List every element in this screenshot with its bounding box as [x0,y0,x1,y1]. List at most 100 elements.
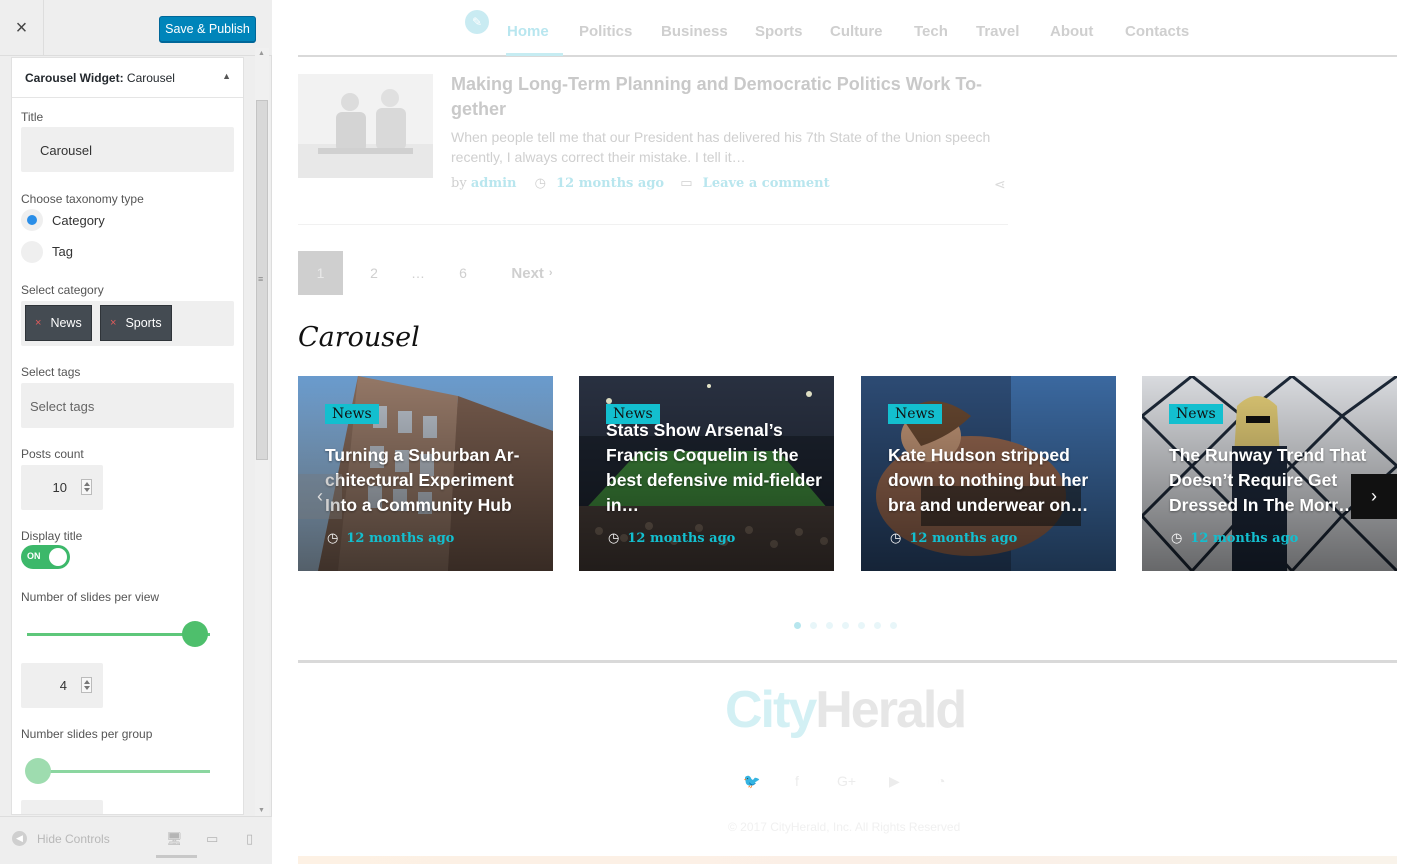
edit-pencil-icon[interactable]: ✎ [465,10,489,34]
site-logo[interactable]: CityHerald [725,680,967,740]
carousel-dot-active[interactable] [794,622,801,629]
page-ellipsis: … [411,265,425,281]
nav-item-contacts[interactable]: Contacts [1125,23,1189,40]
comment-icon: ▭ [680,176,693,191]
widget-title-prefix: Carousel Widget: [25,71,124,85]
remove-chip-icon[interactable]: × [110,317,116,329]
post-divider [298,224,1008,225]
display-title-toggle[interactable]: ON [21,545,70,569]
page-link[interactable]: 6 [453,251,473,295]
leave-comment-link[interactable]: Leave a comment [703,176,830,191]
card-title[interactable]: Stats Show Arsenal’s Francis Coquelin is… [606,418,828,518]
nav-item-home[interactable]: Home [507,23,549,40]
tablet-preview-icon[interactable]: ▭ [206,831,218,847]
twitter-icon[interactable]: 🐦 [743,773,760,790]
page-link[interactable]: 2 [364,251,384,295]
category-label: Select category [21,283,104,297]
save-publish-button[interactable]: Save & Publish [159,16,256,42]
footer-bar [156,855,197,858]
carousel-dot[interactable] [826,622,833,629]
widget-title: Carousel Widget: Carousel [25,71,175,85]
card-tag[interactable]: News [325,404,379,424]
category-select[interactable]: × News × Sports [21,301,234,346]
category-chip-sports[interactable]: × Sports [100,305,172,341]
nav-item-tech[interactable]: Tech [914,23,948,40]
nav-item-sports[interactable]: Sports [755,23,803,40]
tags-label: Select tags [21,365,81,379]
share-icon[interactable]: ⋖ [994,176,1006,193]
nav-item-travel[interactable]: Travel [976,23,1019,40]
scroll-up-icon[interactable]: ▲ [258,50,265,57]
nav-item-business[interactable]: Business [661,23,728,40]
hide-controls-label: Hide Controls [37,831,110,846]
customizer-app: × Save & Publish Carousel Widget: Carous… [0,0,1419,864]
youtube-icon[interactable]: ▶ [889,773,900,790]
logo-part2: Herald [815,681,967,739]
carousel-card[interactable]: News Stats Show Arsenal’s Francis Coquel… [579,376,834,571]
posts-count-label: Posts count [21,447,84,461]
title-input[interactable]: Carousel [21,127,234,172]
rss-icon[interactable]: ◔ [937,773,945,789]
post-title[interactable]: Making Long-Term Planning and Democratic… [451,72,1021,122]
scroll-grip-icon: ≡ [258,274,263,284]
desktop-preview-icon[interactable]: 🖥 [166,831,183,847]
category-chip-news[interactable]: × News [25,305,92,341]
stepper-spin-icon[interactable] [81,479,92,495]
radio-tag[interactable] [21,241,43,263]
collapse-arrow-icon[interactable]: ▲ [222,71,231,81]
panel-scrollbar[interactable]: ▲ ≡ ▼ [255,48,269,816]
card-time-text: 12 months ago [346,531,455,546]
stepper-spin-icon[interactable] [81,677,92,693]
facebook-icon[interactable]: f [795,773,799,789]
nav-item-politics[interactable]: Politics [579,23,632,40]
clock-icon: ◷ [890,531,902,546]
carousel-dot[interactable] [858,622,865,629]
slides-per-view-handle[interactable] [182,621,208,647]
copyright-text: © 2017 CityHerald, Inc. All Rights Reser… [728,820,961,834]
page-next-label: Next [511,264,544,282]
title-label: Title [21,110,44,124]
card-title[interactable]: Turning a Suburban Ar-chitectural Experi… [325,443,547,518]
slides-per-view-label: Number of slides per view [21,590,160,604]
card-tag[interactable]: News [888,404,942,424]
clock-icon: ◷ [534,176,546,191]
slides-per-group-handle[interactable] [25,758,51,784]
nav-item-culture[interactable]: Culture [830,23,883,40]
chip-label: Sports [125,316,162,330]
nav-item-about[interactable]: About [1050,23,1093,40]
page-current[interactable]: 1 [298,251,343,295]
carousel-dot[interactable] [890,622,897,629]
carousel-dot[interactable] [842,622,849,629]
tags-select[interactable]: Select tags [21,383,234,428]
remove-chip-icon[interactable]: × [35,317,41,329]
posts-count-stepper[interactable]: 10 [21,465,103,510]
widget-header[interactable]: Carousel Widget: Carousel ▲ [12,58,243,98]
carousel-dot[interactable] [810,622,817,629]
slides-per-group-stepper[interactable] [21,800,103,814]
slides-per-group-slider[interactable] [27,770,210,773]
panel-footer: ◀ Hide Controls 🖥 ▭ ▯ [0,816,272,864]
google-plus-icon[interactable]: G+ [837,773,856,789]
slides-per-view-stepper[interactable]: 4 [21,663,103,708]
carousel-next-button[interactable]: › [1351,474,1397,519]
carousel-prev-button[interactable]: ‹ [298,474,342,519]
card-title[interactable]: Kate Hudson stripped down to nothing but… [888,443,1110,518]
carousel-card[interactable]: News Kate Hudson stripped down to nothin… [861,376,1116,571]
post-thumbnail[interactable] [298,74,433,178]
scroll-down-icon[interactable]: ▼ [258,807,265,814]
chevron-right-icon: › [548,267,553,279]
post-time: 12 months ago [556,176,665,191]
mobile-preview-icon[interactable]: ▯ [246,831,253,847]
card-time-text: 12 months ago [1190,531,1299,546]
chevron-left-icon: ‹ [317,486,323,506]
close-customizer-button[interactable]: × [0,0,44,56]
radio-category[interactable] [21,209,43,231]
post-by: by [451,176,467,191]
card-tag[interactable]: News [1169,404,1223,424]
page-next[interactable]: Next › [502,251,562,295]
card-time: ◷ 12 months ago [890,531,1017,546]
hide-controls-button[interactable]: ◀ Hide Controls [12,831,110,846]
card-time-text: 12 months ago [909,531,1018,546]
carousel-dot[interactable] [874,622,881,629]
post-author[interactable]: admin [471,176,517,191]
